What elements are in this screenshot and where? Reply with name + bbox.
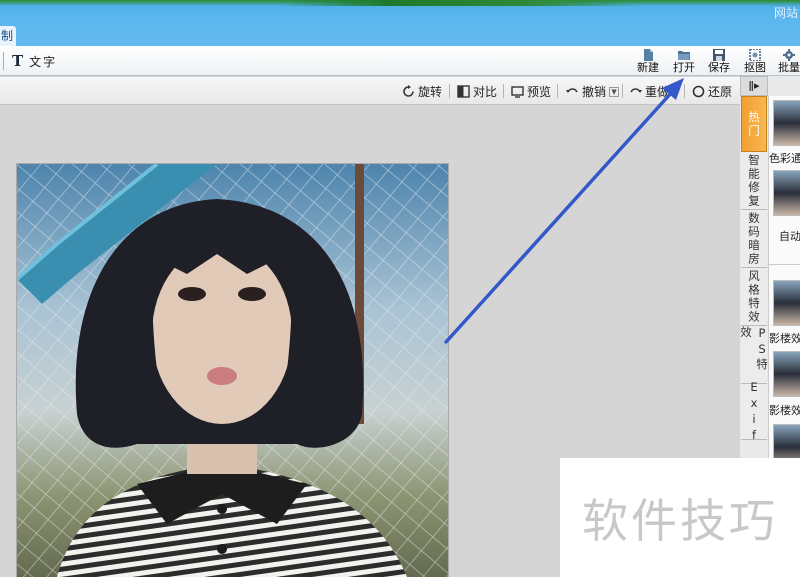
edit-toolbar: 旋转 对比 预览 撤销 ▼ 重做 还原	[0, 77, 740, 105]
effect-label: 自动	[779, 230, 800, 243]
redo-button[interactable]: 重做	[629, 83, 669, 100]
photo-illustration	[17, 164, 448, 577]
undo-dropdown-icon[interactable]: ▼	[609, 86, 620, 97]
edit-divider	[622, 84, 623, 98]
app-window: 网站 制作 T 文字 新建 打开 保存	[0, 0, 800, 577]
batch-button[interactable]: 批量	[771, 49, 800, 75]
undo-label: 撤销	[582, 85, 607, 99]
cutout-icon	[749, 49, 761, 61]
preview-button[interactable]: 预览	[511, 83, 551, 100]
open-folder-icon	[678, 51, 690, 60]
effect-label: 色彩通	[769, 152, 800, 165]
effect-thumbnail[interactable]	[773, 170, 800, 216]
text-tool-label: 文字	[29, 54, 58, 69]
open-button[interactable]: 打开	[666, 49, 702, 75]
toolbar-divider	[3, 52, 4, 70]
rotate-label: 旋转	[418, 85, 443, 99]
save-disk-icon	[713, 49, 725, 61]
cutout-button[interactable]: 抠图	[737, 49, 773, 75]
redo-label: 重做	[645, 85, 670, 99]
save-button-label: 保存	[708, 61, 730, 74]
title-decoration	[280, 0, 640, 6]
undo-icon	[566, 88, 578, 93]
tab-digital-darkroom[interactable]: 数码暗房	[741, 210, 767, 268]
undo-button[interactable]: 撤销 ▼	[566, 83, 620, 100]
compare-icon	[457, 85, 470, 98]
edit-divider	[557, 84, 558, 98]
new-file-icon	[644, 49, 653, 61]
text-tool-button[interactable]: T 文字	[12, 52, 57, 70]
batch-gear-icon	[783, 49, 795, 61]
tab-hot[interactable]: 热门	[741, 96, 767, 152]
save-button[interactable]: 保存	[701, 49, 737, 75]
redo-icon	[630, 88, 642, 93]
effect-label: 影楼效	[769, 332, 800, 345]
compare-label: 对比	[473, 85, 498, 99]
tab-exif[interactable]: Exif	[741, 380, 767, 444]
edit-divider	[503, 84, 504, 98]
preview-label: 预览	[527, 85, 552, 99]
effect-thumbnail[interactable]	[773, 351, 800, 397]
edited-photo[interactable]	[17, 164, 448, 577]
effects-tabs: 热门 智能修复 数码暗房 风格特效 PS特效 Exif	[739, 96, 769, 444]
effect-thumbnail[interactable]	[773, 100, 800, 146]
restore-icon	[692, 85, 705, 98]
rotate-button[interactable]: 旋转	[402, 83, 442, 100]
watermark: 软件技巧	[560, 458, 800, 577]
open-button-label: 打开	[673, 61, 695, 74]
title-bar: 网站 制作	[0, 0, 800, 63]
rotate-icon	[403, 85, 414, 97]
tab-ps-effects[interactable]: PS特效	[739, 326, 769, 384]
preview-icon	[511, 86, 524, 98]
new-button-label: 新建	[637, 61, 659, 74]
tab-smart-repair[interactable]: 智能修复	[741, 152, 767, 210]
tab-style-effects[interactable]: 风格特效	[741, 268, 767, 326]
main-toolbar: T 文字 新建 打开 保存 抠图 批量	[0, 46, 800, 76]
edit-divider	[449, 84, 450, 98]
batch-button-label: 批量	[778, 61, 800, 74]
tab-make[interactable]: 制作	[0, 26, 16, 63]
effect-thumbnail[interactable]	[773, 280, 800, 326]
cutout-button-label: 抠图	[744, 61, 766, 74]
new-button[interactable]: 新建	[630, 49, 666, 75]
restore-label: 还原	[708, 85, 733, 99]
site-label[interactable]: 网站	[774, 4, 798, 21]
edit-divider	[684, 84, 685, 98]
compare-button[interactable]: 对比	[457, 83, 497, 100]
restore-button[interactable]: 还原	[692, 83, 732, 100]
thumb-divider	[769, 264, 800, 265]
text-t-icon: T	[12, 52, 24, 70]
effect-label: 影楼效	[769, 404, 800, 417]
collapse-panel-button[interactable]: ǁ▸	[740, 76, 768, 96]
watermark-text: 软件技巧	[582, 493, 778, 548]
